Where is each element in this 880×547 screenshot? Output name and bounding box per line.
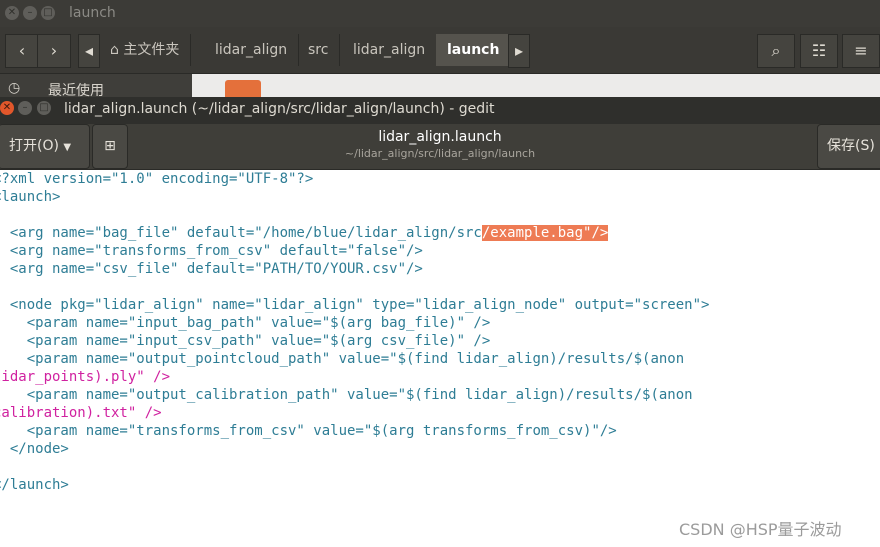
code-line-4: <arg name="bag_file" default="/home/blue…: [0, 224, 609, 242]
breadcrumb-lidar-align[interactable]: lidar_align: [204, 34, 300, 66]
code-line-13: <param name="output_calibration_path" va…: [0, 386, 693, 404]
code-text: <arg name="csv_file" default="PATH/TO/YO…: [0, 261, 423, 277]
file-manager-content: [192, 74, 880, 98]
file-manager-toolbar: ‹ › ◂ ⌂ 主文件夹 lidar_align src lidar_align…: [0, 27, 880, 74]
code-text: <arg name="transforms_from_csv" default=…: [0, 243, 423, 259]
code-text: <launch>: [0, 189, 61, 205]
code-line-11: <param name="output_pointcloud_path" val…: [0, 350, 684, 368]
breadcrumb-scroll-left-button[interactable]: ◂: [78, 34, 100, 68]
file-manager-titlebar: ✕ – □ launch: [0, 0, 880, 27]
gedit-window-title: lidar_align.launch (~/lidar_align/src/li…: [64, 101, 495, 117]
file-manager-title: launch: [69, 5, 116, 21]
maximize-icon[interactable]: □: [41, 6, 55, 20]
breadcrumb-launch[interactable]: launch: [436, 34, 512, 66]
gedit-headerbar: 打开(O) ▼ ⊞ lidar_align.launch ~/lidar_ali…: [0, 124, 880, 170]
breadcrumb-src[interactable]: src: [297, 34, 341, 66]
document-path: ~/lidar_align/src/lidar_align/launch: [344, 147, 536, 160]
file-icon[interactable]: [225, 80, 261, 98]
text-editor[interactable]: <?xml version="1.0" encoding="UTF-8"?> <…: [0, 170, 880, 547]
watermark: CSDN @HSP量子波动: [679, 520, 842, 539]
code-text: <param name="transforms_from_csv" value=…: [0, 423, 617, 439]
home-icon: ⌂: [110, 42, 119, 58]
save-button[interactable]: 保存(S): [817, 124, 880, 169]
code-line-16: </node>: [0, 440, 69, 458]
code-text: </launch>: [0, 477, 69, 493]
menu-icon: ≡: [854, 41, 868, 60]
clock-icon: ◷: [8, 80, 21, 96]
code-line-1: <?xml version="1.0" encoding="UTF-8"?>: [0, 170, 313, 188]
breadcrumb-home-label: 主文件夹: [123, 42, 180, 58]
code-line-14: calibration).txt" />: [0, 404, 162, 422]
breadcrumb-home[interactable]: ⌂ 主文件夹: [99, 34, 192, 66]
code-line-10: <param name="input_csv_path" value="$(ar…: [0, 332, 491, 350]
code-line-8: <node pkg="lidar_align" name="lidar_alig…: [0, 296, 710, 314]
forward-button[interactable]: ›: [37, 34, 71, 68]
code-text: calibration).txt" />: [0, 405, 162, 421]
code-text: <param name="output_calibration_path" va…: [0, 387, 693, 403]
view-toggle-button[interactable]: ☷: [800, 34, 838, 68]
code-line-6: <arg name="csv_file" default="PATH/TO/YO…: [0, 260, 423, 278]
gedit-titlebar: ✕ – □ lidar_align.launch (~/lidar_align/…: [0, 97, 880, 124]
search-icon: ⌕: [771, 41, 781, 60]
maximize-icon[interactable]: □: [37, 101, 51, 115]
minimize-icon[interactable]: –: [18, 101, 32, 115]
minimize-icon[interactable]: –: [23, 6, 37, 20]
code-line-2: <launch>: [0, 188, 60, 206]
code-text: lidar_points).ply" />: [0, 369, 171, 385]
selected-text: /example.bag"/>: [481, 225, 609, 241]
code-text: </node>: [0, 441, 69, 457]
code-line-9: <param name="input_bag_path" value="$(ar…: [0, 314, 491, 332]
close-icon[interactable]: ✕: [0, 101, 14, 115]
code-text: <arg name="bag_file" default="/home/blue…: [0, 225, 482, 241]
code-text: <param name="output_pointcloud_path" val…: [0, 351, 685, 367]
back-button[interactable]: ‹: [5, 34, 39, 68]
code-line-15: <param name="transforms_from_csv" value=…: [0, 422, 617, 440]
search-button[interactable]: ⌕: [757, 34, 795, 68]
code-text: <param name="input_csv_path" value="$(ar…: [0, 333, 491, 349]
code-text: <param name="input_bag_path" value="$(ar…: [0, 315, 491, 331]
breadcrumb-scroll-right-button[interactable]: ▸: [508, 34, 530, 68]
code-text: <?xml version="1.0" encoding="UTF-8"?>: [0, 171, 314, 187]
view-toggle-icon: ☷: [811, 41, 827, 60]
code-line-18: </launch>: [0, 476, 69, 494]
code-text: <node pkg="lidar_align" name="lidar_alig…: [0, 297, 710, 313]
code-line-5: <arg name="transforms_from_csv" default=…: [0, 242, 423, 260]
breadcrumb-lidar-align-2[interactable]: lidar_align: [342, 34, 438, 66]
code-line-12: lidar_points).ply" />: [0, 368, 170, 386]
close-icon[interactable]: ✕: [5, 6, 19, 20]
menu-button[interactable]: ≡: [842, 34, 880, 68]
document-title: lidar_align.launch: [378, 129, 502, 145]
file-manager-sidebar: ◷ 最近使用: [0, 74, 192, 99]
